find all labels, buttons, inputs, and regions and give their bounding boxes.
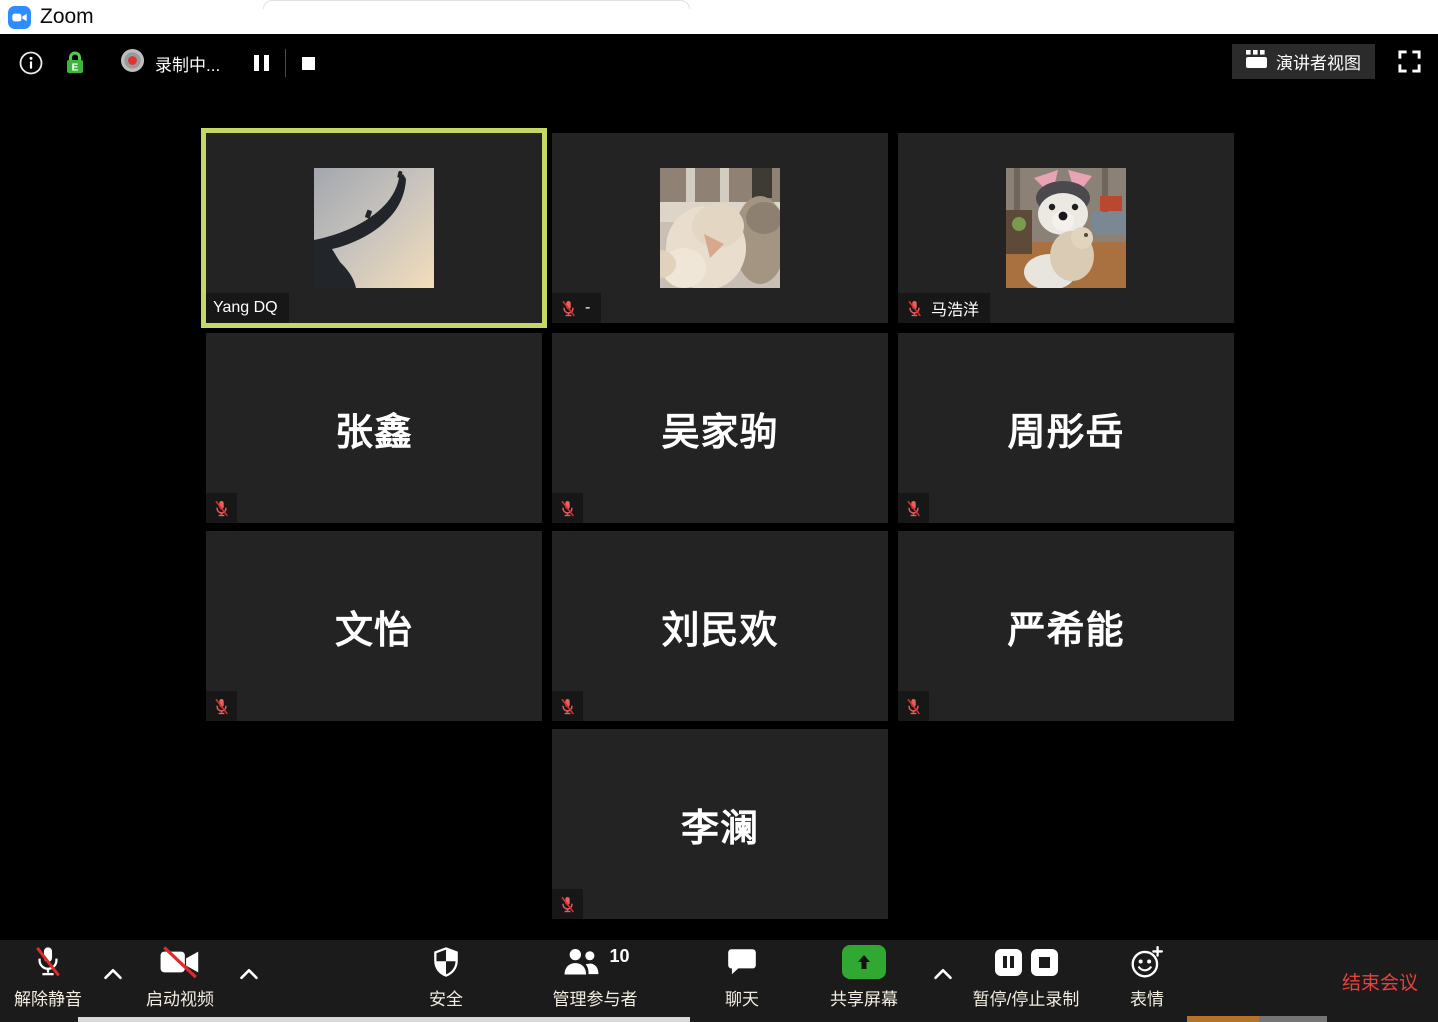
participant-name-label: 马浩洋: [931, 296, 979, 320]
speaker-view-button[interactable]: 演讲者视图: [1232, 44, 1375, 79]
participant-tile[interactable]: 严希能: [898, 531, 1234, 721]
video-options-chevron[interactable]: [234, 962, 264, 985]
window-titlebar: Zoom: [0, 0, 1438, 34]
participant-name-center: 周彤岳: [898, 333, 1234, 523]
pause-recording-top-button[interactable]: [250, 51, 273, 75]
participant-tile[interactable]: 李澜: [552, 729, 888, 919]
participants-icon: 10: [560, 940, 629, 984]
audio-options-chevron[interactable]: [98, 962, 128, 985]
participant-name-center: 吴家驹: [552, 333, 888, 523]
muted-mic-toolbar-icon: [30, 940, 66, 984]
participant-avatar-cat: [660, 168, 780, 288]
participant-name-center: 张鑫: [206, 333, 542, 523]
share-options-chevron[interactable]: [928, 962, 958, 985]
titlebar-tab-outline: [263, 0, 690, 9]
zoom-window: Zoom E 录制中...: [0, 0, 1438, 1022]
reactions-button[interactable]: 表情: [1105, 940, 1189, 1022]
start-video-label: 启动视频: [146, 985, 214, 1010]
speaker-view-icon: [1246, 50, 1268, 73]
participant-avatar-dog: [1006, 168, 1126, 288]
participant-label: [898, 691, 929, 721]
taskbar-accent-strip: [1187, 1016, 1259, 1022]
share-screen-icon: [842, 945, 886, 979]
start-video-button[interactable]: 启动视频: [138, 940, 222, 1022]
participant-label: [552, 889, 583, 919]
stop-recording-top-button[interactable]: [298, 53, 319, 74]
unmute-button[interactable]: 解除静音: [6, 940, 90, 1022]
participant-label: [552, 691, 583, 721]
share-screen-label: 共享屏幕: [830, 985, 898, 1010]
zoom-logo-icon: [8, 6, 31, 29]
chat-label: 聊天: [725, 985, 759, 1010]
encryption-lock-button[interactable]: E: [64, 49, 86, 77]
muted-mic-icon: [212, 697, 231, 716]
toolbar: 解除静音 启动视频 安全 10 管理参与者: [0, 940, 1438, 1022]
participant-label: [552, 493, 583, 523]
window-title: Zoom: [40, 5, 94, 29]
muted-mic-icon: [558, 895, 577, 914]
record-label: 暂停/停止录制: [973, 985, 1080, 1010]
recording-cluster: 录制中...: [120, 48, 319, 78]
muted-mic-icon: [212, 499, 231, 518]
reactions-smiley-icon: [1129, 940, 1165, 984]
top-right-controls: 演讲者视图: [1232, 44, 1422, 79]
security-button[interactable]: 安全: [404, 940, 488, 1022]
bottom-edge-strip: [78, 1017, 690, 1022]
chat-icon: [725, 940, 759, 984]
participant-tile[interactable]: Yang DQ: [206, 133, 542, 323]
taskbar-gray-strip: [1259, 1016, 1327, 1022]
muted-mic-icon: [904, 697, 923, 716]
muted-mic-icon: [905, 299, 924, 318]
divider: [285, 49, 286, 77]
participant-name-center: 刘民欢: [552, 531, 888, 721]
participant-name-label: Yang DQ: [213, 299, 278, 317]
participant-tile[interactable]: 周彤岳: [898, 333, 1234, 523]
security-label: 安全: [429, 985, 463, 1010]
participant-label: Yang DQ: [206, 293, 289, 323]
chat-button[interactable]: 聊天: [700, 940, 784, 1022]
participant-tile[interactable]: 马浩洋: [898, 133, 1234, 323]
participants-count: 10: [609, 946, 629, 967]
muted-mic-icon: [559, 299, 578, 318]
participant-tile[interactable]: 文怡: [206, 531, 542, 721]
participant-name-center: 李澜: [552, 729, 888, 919]
camera-off-icon: [158, 940, 202, 984]
participant-name-center: 严希能: [898, 531, 1234, 721]
participant-name-center: 文怡: [206, 531, 542, 721]
participant-name-label: -: [585, 299, 590, 317]
participant-tile[interactable]: -: [552, 133, 888, 323]
participant-tile[interactable]: 吴家驹: [552, 333, 888, 523]
participant-tile[interactable]: 刘民欢: [552, 531, 888, 721]
pause-recording-icon[interactable]: [995, 949, 1022, 976]
meeting-stage: E 录制中... 演讲者视图: [0, 34, 1438, 940]
muted-mic-icon: [558, 499, 577, 518]
muted-mic-icon: [904, 499, 923, 518]
speaker-view-label: 演讲者视图: [1276, 49, 1361, 74]
recording-indicator-icon: [120, 48, 145, 78]
participant-label: [898, 493, 929, 523]
pause-stop-recording-button[interactable]: 暂停/停止录制: [958, 940, 1094, 1022]
muted-mic-icon: [558, 697, 577, 716]
participant-label: -: [552, 293, 601, 323]
participant-label: 马浩洋: [898, 293, 990, 323]
manage-participants-button[interactable]: 10 管理参与者: [540, 940, 650, 1022]
manage-participants-label: 管理参与者: [553, 985, 638, 1010]
end-meeting-button[interactable]: 结束会议: [1330, 940, 1430, 1022]
stop-recording-icon[interactable]: [1031, 949, 1058, 976]
top-left-controls: E 录制中...: [18, 48, 319, 78]
recording-status-label: 录制中...: [155, 51, 220, 76]
participant-label: [206, 691, 237, 721]
share-screen-button[interactable]: 共享屏幕: [822, 940, 906, 1022]
participant-label: [206, 493, 237, 523]
svg-text:E: E: [72, 63, 79, 74]
meeting-info-button[interactable]: [18, 50, 44, 76]
participant-avatar-roof: [314, 168, 434, 288]
shield-icon: [430, 940, 462, 984]
participant-tile[interactable]: 张鑫: [206, 333, 542, 523]
fullscreen-button[interactable]: [1397, 49, 1422, 74]
unmute-label: 解除静音: [14, 985, 82, 1010]
reactions-label: 表情: [1130, 985, 1164, 1010]
